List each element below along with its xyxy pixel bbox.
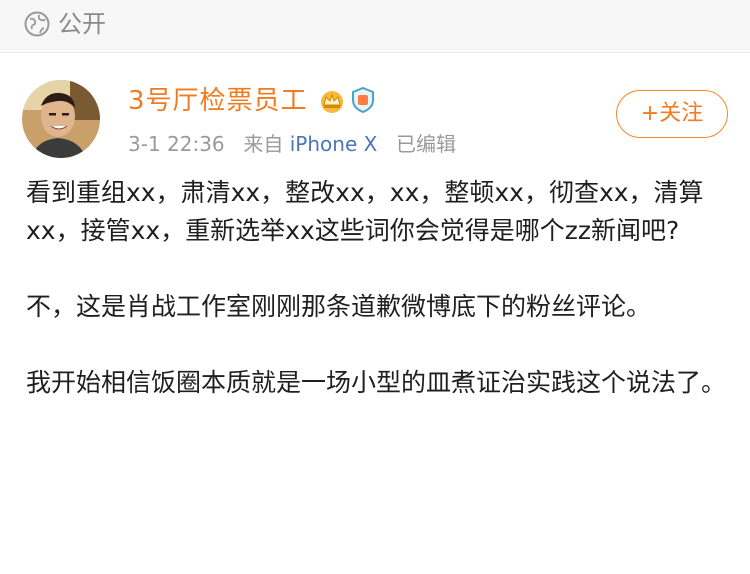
avatar[interactable]: [22, 80, 100, 158]
edited-label[interactable]: 已编辑: [396, 132, 456, 156]
verified-badge-icon: [352, 86, 374, 114]
author-name[interactable]: 3号厅检票员工: [128, 83, 308, 119]
follow-button[interactable]: +关注: [616, 90, 728, 138]
crown-icon: [321, 91, 343, 113]
post-paragraph: 不，这是肖战工作室刚刚那条道歉微博底下的粉丝评论。: [26, 292, 652, 321]
post-paragraph: 我开始相信饭圈本质就是一场小型的皿煮证治实践这个说法了。: [26, 368, 727, 397]
post-meta: 3-1 22:36 来自 iPhone X 已编辑: [128, 130, 456, 158]
divider: [0, 52, 750, 53]
visibility-bar: 公开: [0, 0, 750, 50]
post-time: 3-1 22:36: [128, 132, 225, 156]
post-paragraph: 看到重组xx，肃清xx，整改xx，xx，整顿xx，彻查xx，清算xx，接管xx，…: [26, 178, 704, 245]
globe-icon: [24, 11, 50, 37]
visibility-label: 公开: [58, 10, 106, 38]
post-device[interactable]: iPhone X: [290, 132, 378, 156]
post-source-prefix: 来自: [243, 132, 284, 156]
post-body: 看到重组xx，肃清xx，整改xx，xx，整顿xx，彻查xx，清算xx，接管xx，…: [26, 174, 726, 402]
